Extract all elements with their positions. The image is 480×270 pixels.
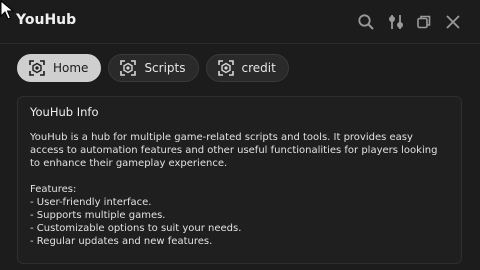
feature-item: - User-friendly interface. xyxy=(30,197,152,208)
feature-item: - Regular updates and new features. xyxy=(30,236,213,247)
title-bar: YouHub xyxy=(0,0,480,44)
tab-home-label: Home xyxy=(53,61,89,75)
close-icon[interactable] xyxy=(443,12,463,32)
info-panel: YouHub Info YouHub is a hub for multiple… xyxy=(17,96,462,264)
panel-description: YouHub is a hub for multiple game-relate… xyxy=(30,132,438,169)
tab-credit[interactable]: credit xyxy=(205,54,289,82)
window-title: YouHub xyxy=(16,12,77,28)
tab-credit-label: credit xyxy=(241,61,276,75)
script-icon xyxy=(119,59,137,77)
features-list: Features: - User-friendly interface. - S… xyxy=(30,183,449,248)
script-icon xyxy=(217,59,235,77)
script-icon xyxy=(28,59,46,77)
tab-bar: Home Scripts credit xyxy=(17,54,289,84)
feature-item: - Supports multiple games. xyxy=(30,210,166,221)
features-heading: Features: xyxy=(30,184,77,195)
tab-scripts-label: Scripts xyxy=(144,61,186,75)
search-icon[interactable] xyxy=(356,12,376,32)
feature-item: - Customizable options to suit your need… xyxy=(30,223,242,234)
restore-icon[interactable] xyxy=(414,12,434,32)
panel-title: YouHub Info xyxy=(30,105,99,119)
tab-scripts[interactable]: Scripts xyxy=(108,54,199,82)
settings-sliders-icon[interactable] xyxy=(386,12,406,32)
mouse-cursor-icon xyxy=(0,0,14,20)
tab-home[interactable]: Home xyxy=(17,54,102,82)
app-window: YouHub Home Scripts credit YouHub Info Y… xyxy=(0,0,480,270)
